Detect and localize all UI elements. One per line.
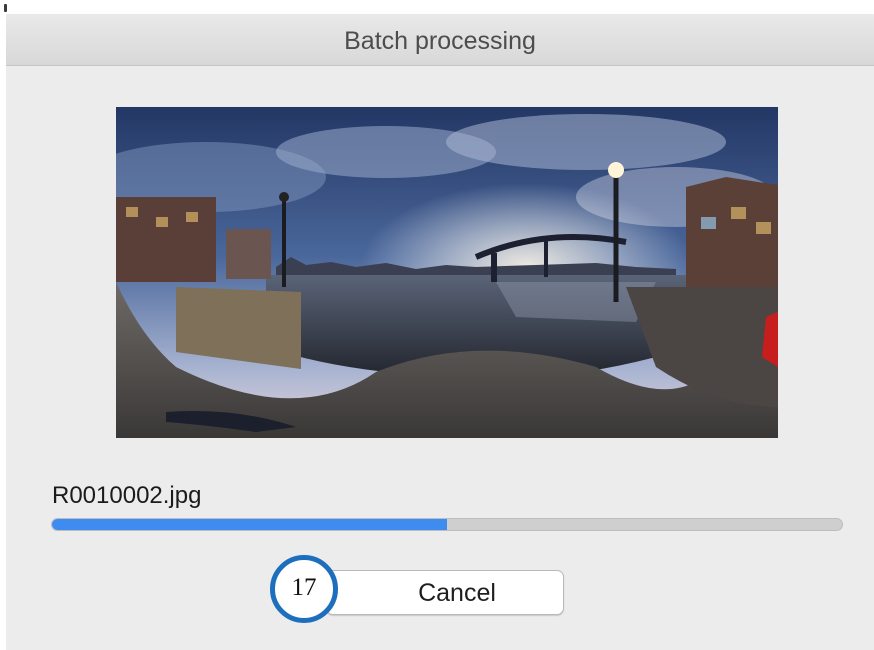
- step-number-badge: 17: [270, 555, 338, 623]
- progress-bar-fill: [52, 519, 447, 530]
- cancel-button[interactable]: Cancel: [326, 570, 564, 615]
- corner-mark: [4, 4, 7, 12]
- dialog-title: Batch processing: [344, 27, 536, 55]
- batch-processing-dialog: Batch processing R0010002.jpg Cancel 17: [6, 14, 874, 650]
- preview-image: [116, 107, 778, 438]
- title-bar: Batch processing: [6, 14, 874, 66]
- progress-bar: [51, 518, 843, 531]
- current-file-name: R0010002.jpg: [52, 482, 202, 509]
